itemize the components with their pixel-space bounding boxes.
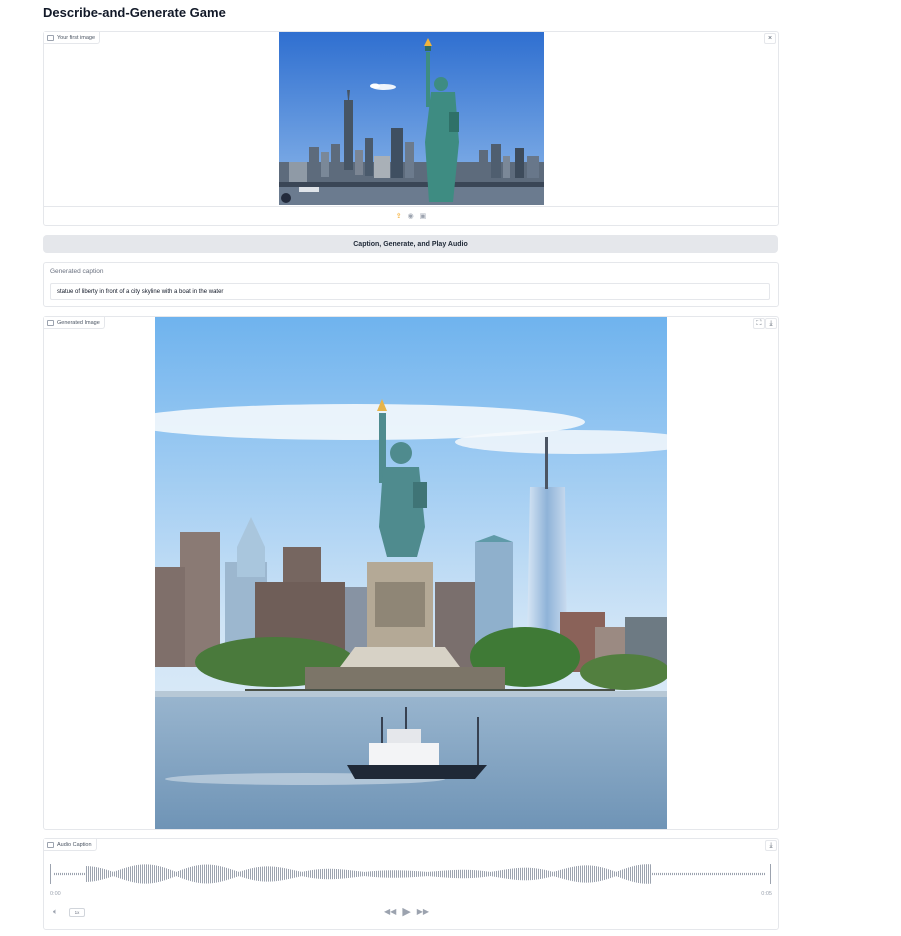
audio-label-text: Audio Caption [57, 841, 92, 848]
page-title: Describe-and-Generate Game [43, 5, 226, 20]
input-image-label: Your first image [44, 32, 101, 44]
time-start: 0:00 [50, 891, 61, 897]
volume-icon[interactable]: 🔈︎ [53, 907, 58, 917]
caption-panel: Generated caption statue of liberty in f… [43, 262, 779, 307]
fullscreen-icon[interactable]: ⛶ [753, 318, 765, 329]
download-icon[interactable]: ⤓ [765, 840, 777, 851]
upload-icon[interactable]: ⇪ [396, 212, 402, 220]
audio-waveform[interactable] [50, 857, 772, 891]
generated-image-label: Generated Image [44, 317, 105, 329]
webcam-icon[interactable]: ◉ [408, 212, 414, 220]
play-icon[interactable]: ▶ [402, 905, 410, 918]
rewind-icon[interactable]: ◀◀ [384, 907, 396, 916]
input-image [279, 32, 544, 205]
caption-generate-play-button[interactable]: Caption, Generate, and Play Audio [43, 235, 778, 253]
image-source-toolbar: ⇪ ◉ ▣ [44, 206, 778, 225]
audio-panel: Audio Caption ⤓ 0:00 0:05 🔈︎ 1x ◀◀ ▶ ▶▶ [43, 838, 779, 930]
audio-controls: 🔈︎ 1x ◀◀ ▶ ▶▶ [44, 905, 778, 919]
music-icon [47, 841, 54, 848]
caption-label: Generated caption [50, 268, 104, 275]
input-image-label-text: Your first image [57, 34, 96, 41]
audio-label: Audio Caption [44, 839, 97, 851]
close-icon[interactable]: × [764, 33, 776, 44]
transport-controls: ◀◀ ▶ ▶▶ [384, 905, 429, 918]
generated-image [155, 317, 667, 829]
playback-rate[interactable]: 1x [69, 908, 85, 917]
generated-image-panel: Generated Image ⛶ ⤓ [43, 316, 779, 830]
time-end: 0:05 [761, 891, 772, 897]
clipboard-icon[interactable]: ▣ [420, 212, 427, 220]
forward-icon[interactable]: ▶▶ [417, 907, 429, 916]
generated-image-label-text: Generated Image [57, 319, 100, 326]
download-icon[interactable]: ⤓ [765, 318, 777, 329]
image-icon [47, 319, 54, 326]
image-icon [47, 34, 54, 41]
caption-textbox[interactable]: statue of liberty in front of a city sky… [50, 283, 770, 300]
input-image-panel: Your first image × ⇪ ◉ ▣ [43, 31, 779, 226]
